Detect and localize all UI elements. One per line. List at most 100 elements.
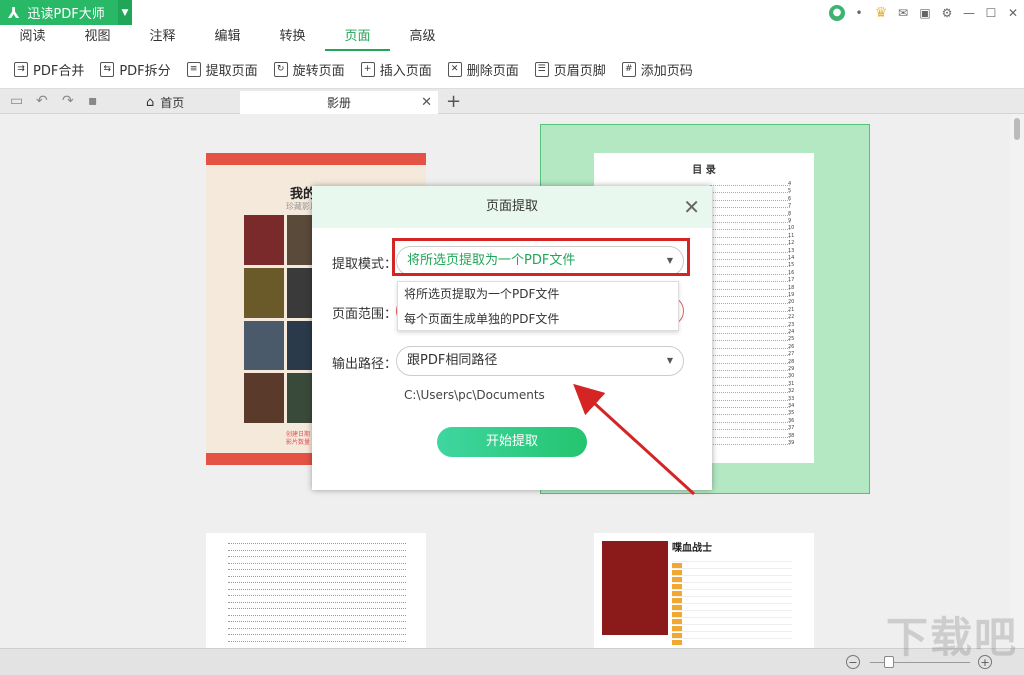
pdf-split-button[interactable]: ⇆ PDF拆分 bbox=[100, 60, 171, 79]
info-row bbox=[672, 620, 792, 631]
toc-line bbox=[710, 303, 790, 305]
new-tab-icon[interactable]: + bbox=[446, 91, 461, 112]
redo-icon[interactable]: ↷ bbox=[62, 93, 74, 109]
dot-icon: • bbox=[855, 5, 863, 20]
mode-option[interactable]: 每个页面生成单独的PDF文件 bbox=[398, 307, 678, 332]
close-tab-icon[interactable]: ✕ bbox=[421, 95, 432, 110]
page-number-icon: # bbox=[621, 62, 636, 77]
chevron-down-icon[interactable]: ▼ bbox=[667, 247, 673, 275]
toc-line bbox=[710, 444, 790, 445]
toc-line bbox=[710, 236, 790, 238]
page-thumbnail-3[interactable] bbox=[206, 533, 426, 649]
toc-line bbox=[710, 214, 790, 216]
film-strip bbox=[206, 153, 426, 165]
toc-line bbox=[710, 310, 790, 312]
toc-line bbox=[228, 608, 406, 609]
menu-annotate[interactable]: 注释 bbox=[130, 25, 195, 51]
toc-page-number: 17 bbox=[788, 277, 795, 284]
menu-read[interactable]: 阅读 bbox=[0, 25, 65, 51]
start-extract-button[interactable]: 开始提取 bbox=[437, 427, 587, 457]
menu-page[interactable]: 页面 bbox=[325, 25, 390, 51]
toc-page-number: 37 bbox=[788, 425, 795, 432]
chevron-down-icon[interactable]: ▼ bbox=[118, 0, 132, 25]
mode-option[interactable]: 将所选页提取为一个PDF文件 bbox=[398, 282, 678, 307]
menu-view[interactable]: 视图 bbox=[65, 25, 130, 51]
app-logo[interactable]: ⅄ 迅读PDF大师 ▼ bbox=[0, 0, 132, 25]
toc-page-number: 39 bbox=[788, 440, 795, 446]
open-folder-icon[interactable]: ▭ bbox=[10, 93, 23, 109]
header-footer-button[interactable]: ☰ 页眉页脚 bbox=[534, 60, 606, 79]
tool-label: PDF拆分 bbox=[119, 64, 171, 79]
toc-line bbox=[228, 562, 406, 564]
tab-home[interactable]: ⌂ 首页 bbox=[140, 91, 235, 114]
toc-page-number: 4 bbox=[788, 181, 792, 187]
toc-page-number: 13 bbox=[788, 247, 795, 254]
toc-page-number: 11 bbox=[788, 232, 795, 239]
menu-convert[interactable]: 转换 bbox=[260, 25, 325, 51]
output-select-value: 跟PDF相同路径 bbox=[407, 353, 498, 368]
menu-bar: 阅读 视图 注释 编辑 转换 页面 高级 bbox=[0, 25, 1024, 51]
undo-icon[interactable]: ↶ bbox=[36, 93, 48, 109]
feedback-icon[interactable]: ✉ bbox=[892, 0, 914, 25]
app-title: 迅读PDF大师 bbox=[27, 7, 105, 22]
toc-line bbox=[228, 640, 406, 642]
toc-line bbox=[710, 414, 790, 416]
insert-page-button[interactable]: + 插入页面 bbox=[360, 60, 432, 79]
toc-page-number: 35 bbox=[788, 410, 795, 417]
skin-icon[interactable]: ▣ bbox=[914, 0, 936, 25]
output-path: C:\Users\pc\Documents bbox=[404, 388, 545, 402]
toc-page-number: 5 bbox=[788, 188, 792, 195]
window-controls: ● • ♛ ✉ ▣ ⚙ — ☐ ✕ bbox=[826, 0, 1024, 25]
tab-home-label: 首页 bbox=[160, 96, 185, 110]
vertical-scrollbar[interactable] bbox=[1010, 114, 1024, 648]
vip-icon[interactable]: ♛ bbox=[870, 0, 892, 25]
info-row bbox=[672, 613, 792, 624]
save-icon[interactable]: ▪ bbox=[88, 93, 98, 109]
rotate-icon: ↻ bbox=[273, 62, 288, 77]
toc-line bbox=[710, 266, 790, 268]
close-icon[interactable]: ✕ bbox=[1002, 0, 1024, 25]
rotate-page-button[interactable]: ↻ 旋转页面 bbox=[273, 60, 345, 79]
pdf-merge-button[interactable]: ⇉ PDF合并 bbox=[14, 60, 84, 79]
chevron-down-icon[interactable]: ▼ bbox=[667, 347, 673, 375]
toc-line bbox=[228, 614, 406, 616]
output-select[interactable]: 跟PDF相同路径 ▼ bbox=[396, 346, 684, 376]
add-page-number-button[interactable]: # 添加页码 bbox=[621, 60, 693, 79]
toc-page-number: 18 bbox=[788, 284, 795, 291]
settings-gear-icon[interactable]: ⚙ bbox=[936, 0, 958, 25]
user-avatar-icon[interactable]: ● bbox=[826, 0, 848, 25]
mode-select[interactable]: 将所选页提取为一个PDF文件 ▼ bbox=[396, 246, 684, 276]
menu-advanced[interactable]: 高级 bbox=[390, 25, 455, 51]
tool-label: 添加页码 bbox=[640, 64, 693, 79]
maximize-icon[interactable]: ☐ bbox=[980, 0, 1002, 25]
scrollbar-thumb[interactable] bbox=[1014, 118, 1020, 140]
tab-document[interactable]: 影册 ✕ bbox=[240, 91, 438, 114]
toc-page-number: 14 bbox=[788, 255, 795, 261]
toc-line bbox=[228, 601, 406, 603]
toc-page-number: 10 bbox=[788, 225, 795, 232]
page-thumbnail-4[interactable]: 喋血战士 bbox=[594, 533, 814, 649]
toc-line bbox=[710, 384, 790, 386]
delete-page-button[interactable]: ✕ 删除页面 bbox=[447, 60, 519, 79]
tab-document-label: 影册 bbox=[326, 96, 351, 110]
movie-title: 喋血战士 bbox=[672, 543, 712, 554]
poster bbox=[244, 215, 284, 265]
tool-label: 插入页面 bbox=[379, 64, 432, 79]
info-row bbox=[672, 592, 792, 603]
toc-line bbox=[710, 244, 790, 246]
zoom-out-icon[interactable]: − bbox=[846, 655, 860, 669]
toc-line bbox=[710, 436, 790, 438]
menu-edit[interactable]: 编辑 bbox=[195, 25, 260, 51]
toc-line bbox=[228, 588, 406, 590]
dialog-close-icon[interactable]: ✕ bbox=[683, 186, 700, 228]
extract-page-dialog: 页面提取 ✕ 提取模式： 将所选页提取为一个PDF文件 ▼ 页面范围： 将所选页… bbox=[312, 186, 712, 490]
minimize-icon[interactable]: — bbox=[958, 0, 980, 25]
toc-line bbox=[710, 192, 790, 194]
toc-line bbox=[228, 543, 406, 544]
toc-page-number: 26 bbox=[788, 343, 795, 350]
page-cover-foot: 创建日期 影片数量 bbox=[286, 431, 310, 447]
extract-page-button[interactable]: ≡ 提取页面 bbox=[186, 60, 258, 79]
toc-line bbox=[710, 229, 790, 231]
toc-line bbox=[710, 362, 790, 364]
info-row bbox=[672, 599, 792, 610]
